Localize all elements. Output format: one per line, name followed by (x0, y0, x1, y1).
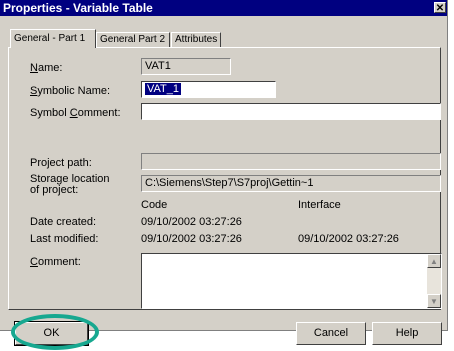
tab-label: Attributes (175, 34, 218, 45)
comment-label: Comment: (30, 256, 81, 268)
scroll-down-icon[interactable]: ▼ (427, 294, 441, 308)
comment-scrollbar[interactable]: ▲ ▼ (427, 254, 441, 308)
symbol-comment-input[interactable] (141, 103, 441, 120)
ok-highlight-ring (11, 314, 99, 350)
symbolic-name-label: Symbolic Name: (30, 85, 111, 97)
name-value: VAT1 (145, 60, 171, 72)
storage-location-value: C:\Siemens\Step7\S7proj\Gettin~1 (145, 177, 314, 189)
symbol-comment-label: Symbol Comment: (30, 107, 121, 119)
tab-general-part-1[interactable]: General - Part 1 (10, 29, 96, 48)
close-button[interactable]: ✕ (434, 2, 446, 14)
properties-dialog: Properties - Variable Table ✕ General - … (0, 0, 448, 331)
last-modified-interface: 09/10/2002 03:27:26 (298, 233, 399, 245)
window-title: Properties - Variable Table (3, 1, 153, 15)
tab-general-part-2[interactable]: General Part 2 (96, 32, 170, 47)
symbolic-name-value: VAT_1 (145, 83, 181, 95)
name-field: VAT1 (141, 58, 231, 75)
project-path-field (141, 153, 441, 170)
tab-label: General Part 2 (100, 34, 166, 45)
storage-location-field: C:\Siemens\Step7\S7proj\Gettin~1 (141, 175, 441, 192)
title-bar[interactable]: Properties - Variable Table ✕ (0, 0, 447, 16)
code-column-header: Code (141, 199, 168, 211)
symbolic-name-input[interactable]: VAT_1 (141, 81, 276, 98)
date-created-code: 09/10/2002 03:27:26 (141, 216, 242, 228)
date-created-label: Date created: (30, 216, 97, 228)
last-modified-code: 09/10/2002 03:27:26 (141, 233, 242, 245)
tab-label: General - Part 1 (14, 33, 86, 44)
close-icon: ✕ (435, 3, 445, 14)
cancel-button[interactable]: Cancel (296, 322, 366, 345)
project-path-label: Project path: (30, 157, 92, 169)
last-modified-label: Last modified: (30, 233, 99, 245)
name-label: Name: (30, 62, 63, 74)
help-label: Help (395, 327, 419, 339)
storage-location-label-line2: of project: (30, 184, 79, 196)
tab-attributes[interactable]: Attributes (171, 32, 221, 47)
interface-column-header: Interface (298, 199, 341, 211)
cancel-label: Cancel (313, 327, 349, 339)
scroll-up-icon[interactable]: ▲ (427, 254, 441, 268)
comment-textarea[interactable]: ▲ ▼ (141, 253, 442, 309)
help-button[interactable]: Help (372, 322, 442, 345)
